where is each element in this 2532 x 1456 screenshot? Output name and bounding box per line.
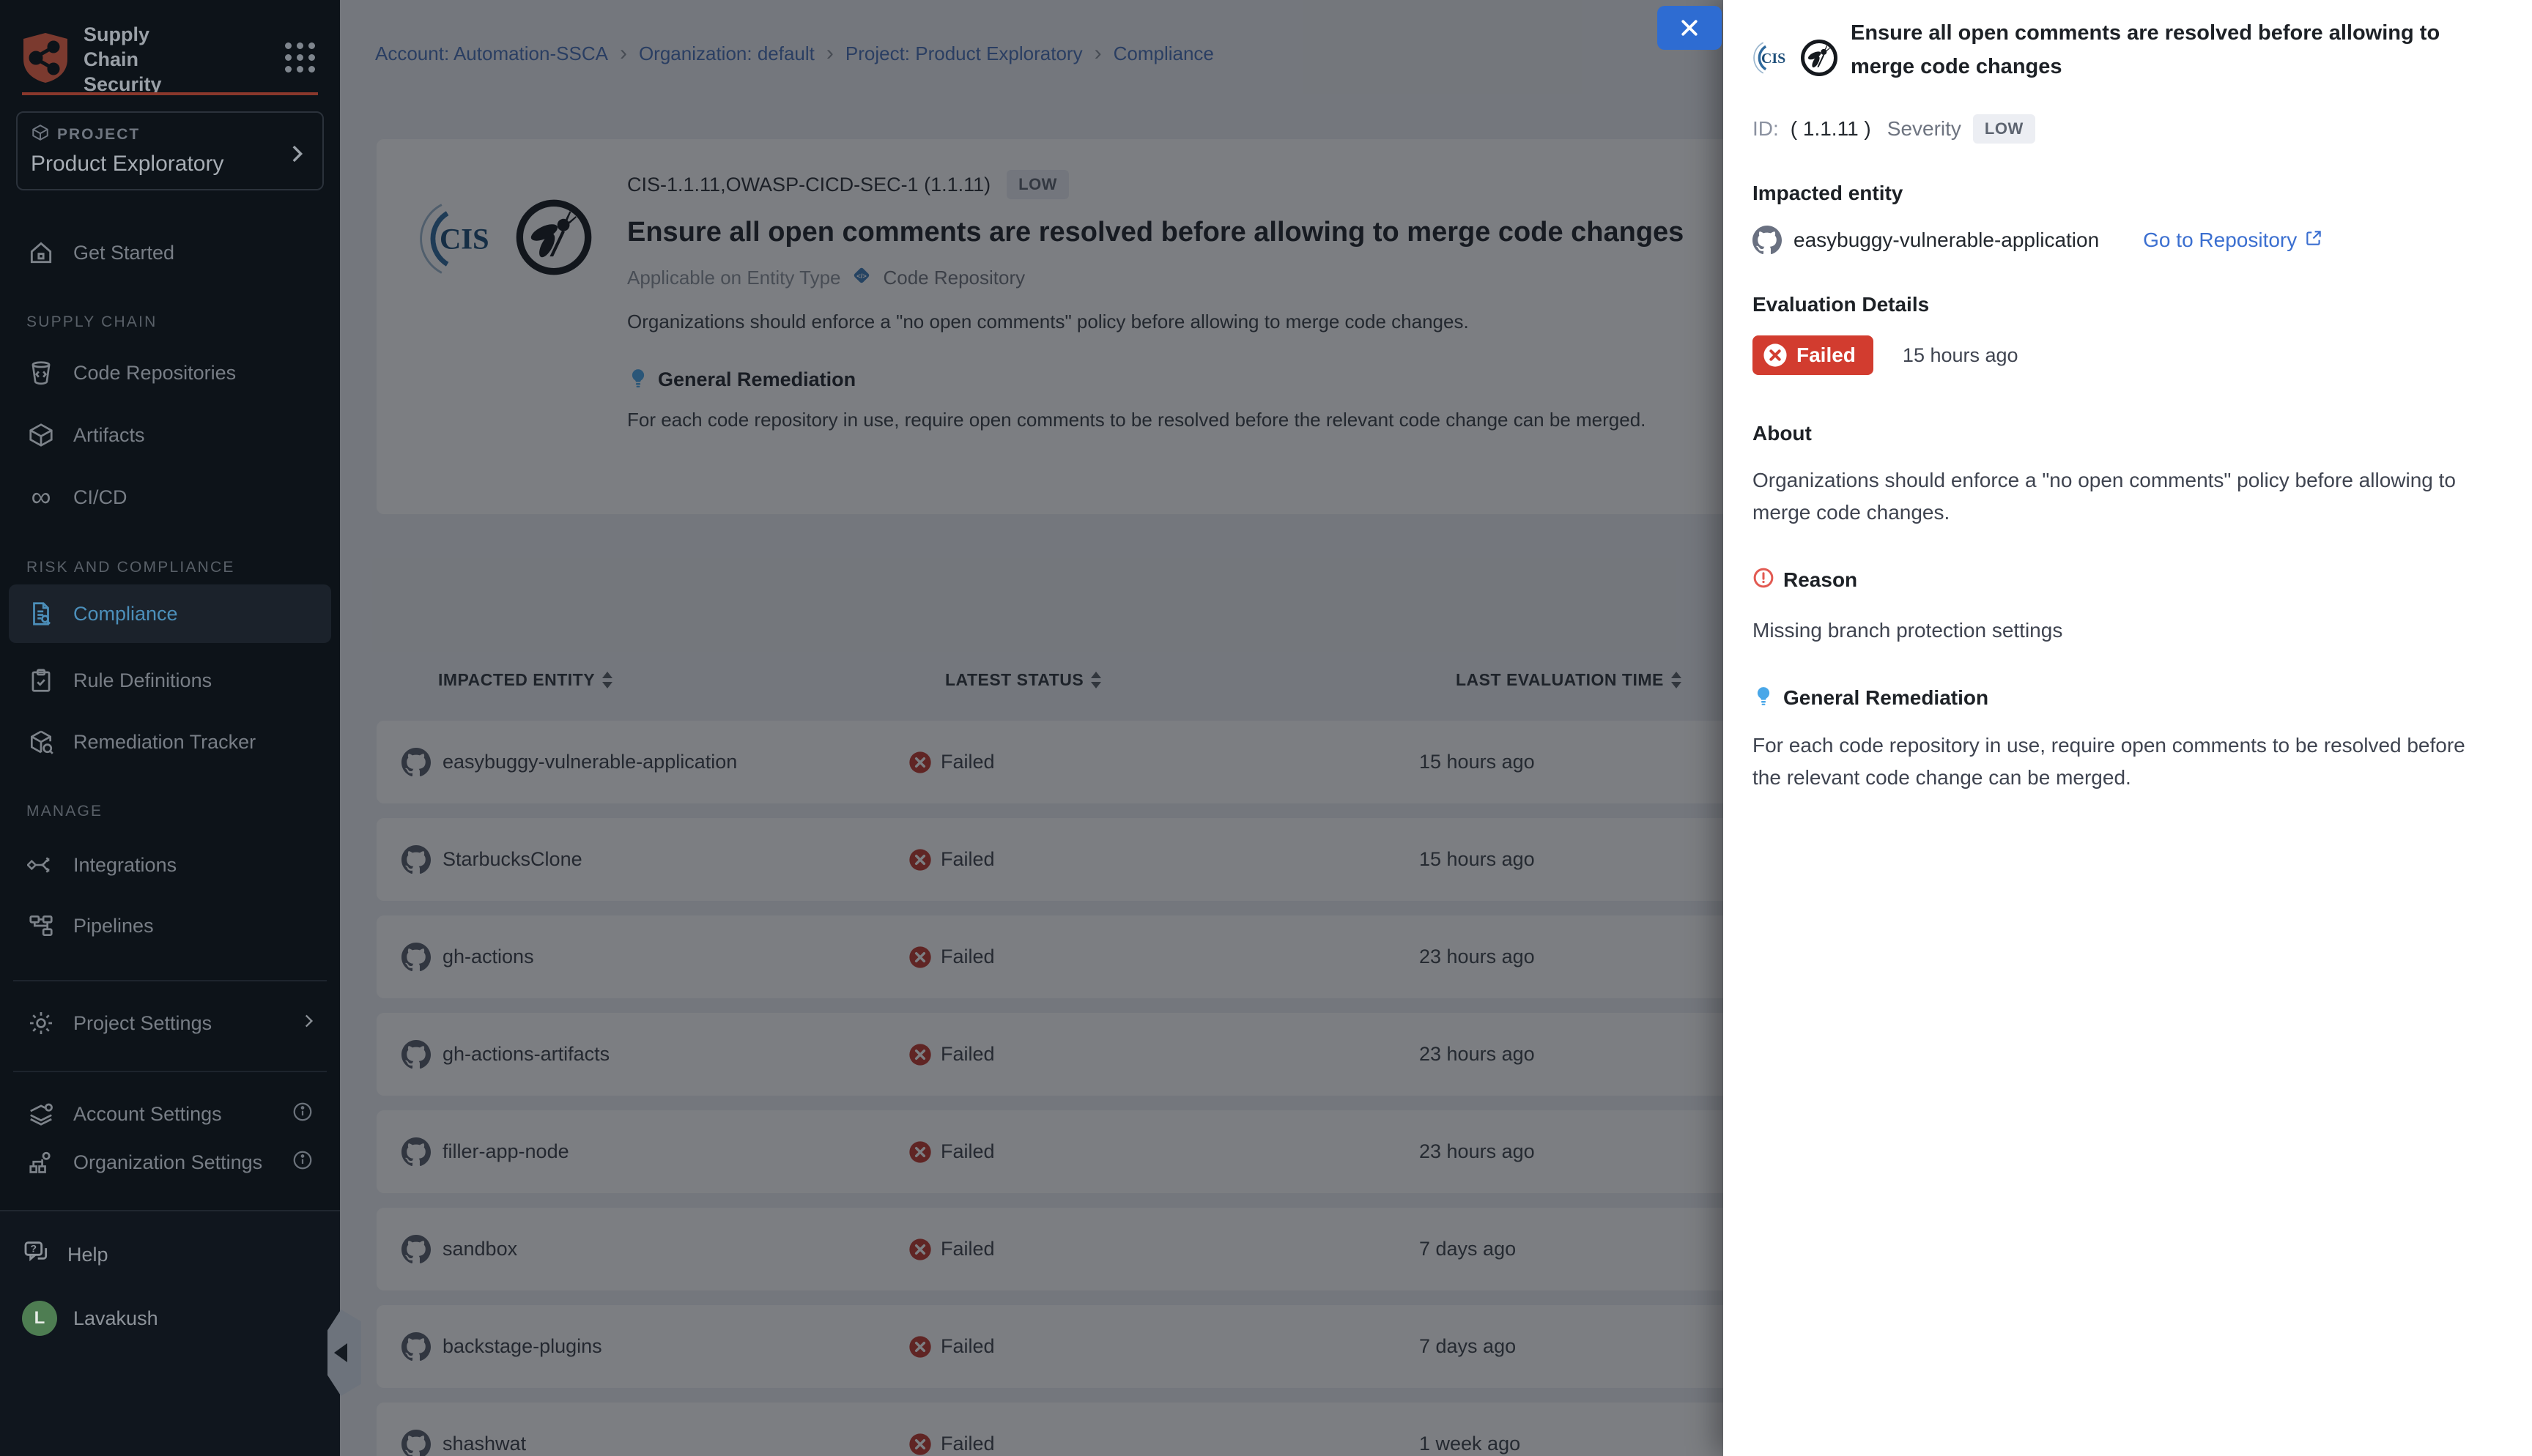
pipelines-icon [26,911,56,940]
sidebar-item-remediation-tracker[interactable]: Remediation Tracker [9,718,331,766]
repo-link-label: Go to Repository [2143,229,2297,252]
help-button[interactable]: ? Help [22,1238,108,1272]
gear-icon [26,1009,56,1038]
sidebar-item-organization-settings[interactable]: Organization Settings [9,1138,331,1186]
sidebar-item-project-settings[interactable]: Project Settings [9,999,331,1047]
remediation-heading: General Remediation [1783,686,1988,710]
help-label: Help [67,1244,108,1266]
close-drawer-button[interactable] [1657,6,1722,50]
external-link-icon [2304,229,2323,253]
sidebar-item-cicd[interactable]: ∞ CI/CD [9,473,331,521]
help-chat-icon: ? [22,1238,51,1272]
project-name: Product Exploratory [31,152,309,177]
code-repository-icon [26,358,56,387]
sidebar-item-label: CI/CD [73,486,127,509]
drawer-title: Ensure all open comments are resolved be… [1851,16,2503,83]
failed-icon [1763,343,1788,368]
sidebar-item-label: Account Settings [73,1103,222,1126]
project-selector[interactable]: PROJECT Product Exploratory [16,111,324,190]
sidebar-item-label: Organization Settings [73,1151,262,1174]
sidebar-item-label: Remediation Tracker [73,731,256,754]
severity-badge: LOW [1973,114,2035,144]
cis-logo-icon: CIS [1752,39,1791,81]
section-header-risk-compliance: RISK AND COMPLIANCE [26,559,235,576]
standard-logos: CIS [1752,38,1839,81]
user-name: Lavakush [73,1307,158,1330]
app-root: Supply Chain Security PROJECT Product Ex… [0,0,2532,1456]
app-grid-icon[interactable] [285,42,315,73]
sidebar-item-code-repositories[interactable]: Code Repositories [9,349,331,397]
sidebar-item-label: Code Repositories [73,362,236,385]
shield-logo-icon [22,31,69,88]
modal-overlay[interactable] [340,0,1723,1456]
box-wrench-icon [26,727,56,757]
remediation-text: For each code repository in use, require… [1752,729,2489,794]
alert-circle-icon [1752,567,1774,593]
owasp-logo-icon [1799,38,1839,81]
infinity-icon: ∞ [26,483,56,512]
sidebar-item-pipelines[interactable]: Pipelines [9,902,331,950]
sidebar-item-label: Project Settings [73,1012,212,1035]
app-title: Supply Chain Security [84,22,208,97]
sidebar-item-rule-definitions[interactable]: Rule Definitions [9,656,331,705]
sidebar-item-integrations[interactable]: Integrations [9,841,331,889]
sidebar-item-label: Artifacts [73,424,145,447]
close-icon [1678,17,1700,39]
home-icon [26,238,56,267]
divider [13,1071,327,1072]
chevron-right-icon [299,1011,318,1036]
impacted-entity-heading: Impacted entity [1752,182,2503,205]
status-label: Failed [1796,343,1856,367]
section-header-manage: MANAGE [26,803,103,820]
severity-label: Severity [1887,117,1961,141]
reason-text: Missing branch protection settings [1752,614,2489,647]
collapse-arrow-icon [334,1343,347,1362]
logo-divider [22,92,318,95]
sidebar-item-compliance[interactable]: Compliance [9,584,331,643]
github-icon [1752,226,1782,255]
rule-detail-drawer: CIS Ensure all open comments are resolve… [1723,0,2532,1456]
chevron-right-icon [284,138,309,174]
sidebar-item-artifacts[interactable]: Artifacts [9,411,331,459]
go-to-repository-link[interactable]: Go to Repository [2143,229,2323,253]
evaluation-details-heading: Evaluation Details [1752,293,2503,316]
sidebar-item-get-started[interactable]: Get Started [9,229,331,277]
project-label: PROJECT [57,126,140,144]
sidebar: Supply Chain Security PROJECT Product Ex… [0,0,340,1456]
layers-gear-icon [26,1099,56,1129]
info-icon[interactable] [292,1101,314,1128]
integrations-icon [26,850,56,880]
reason-heading: Reason [1783,568,1857,592]
about-text: Organizations should enforce a "no open … [1752,464,2489,529]
entity-name: easybuggy-vulnerable-application [1793,229,2099,252]
divider [13,980,327,981]
sidebar-item-label: Compliance [73,603,178,625]
id-value: ( 1.1.11 ) [1791,117,1871,141]
box-icon [26,420,56,450]
app-logo: Supply Chain Security [22,22,208,97]
id-label: ID: [1752,117,1779,141]
sidebar-item-label: Pipelines [73,915,154,937]
lightbulb-icon [1752,685,1774,710]
cube-icon [31,123,50,146]
about-heading: About [1752,422,2503,445]
compliance-doc-icon [26,599,56,628]
svg-text:CIS: CIS [1761,51,1785,67]
sidebar-item-label: Rule Definitions [73,669,212,692]
svg-text:?: ? [31,1242,37,1254]
clipboard-check-icon [26,666,56,695]
sidebar-item-account-settings[interactable]: Account Settings [9,1090,331,1138]
info-icon[interactable] [292,1149,314,1176]
sidebar-footer: ? Help L Lavakush [0,1210,340,1456]
section-header-supply-chain: SUPPLY CHAIN [26,313,158,331]
evaluation-time: 15 hours ago [1903,344,2018,367]
sidebar-item-label: Get Started [73,242,174,264]
failed-status-badge: Failed [1752,335,1873,375]
avatar: L [22,1301,57,1336]
sidebar-item-label: Integrations [73,854,177,877]
user-menu[interactable]: L Lavakush [22,1301,158,1336]
org-gear-icon [26,1148,56,1177]
